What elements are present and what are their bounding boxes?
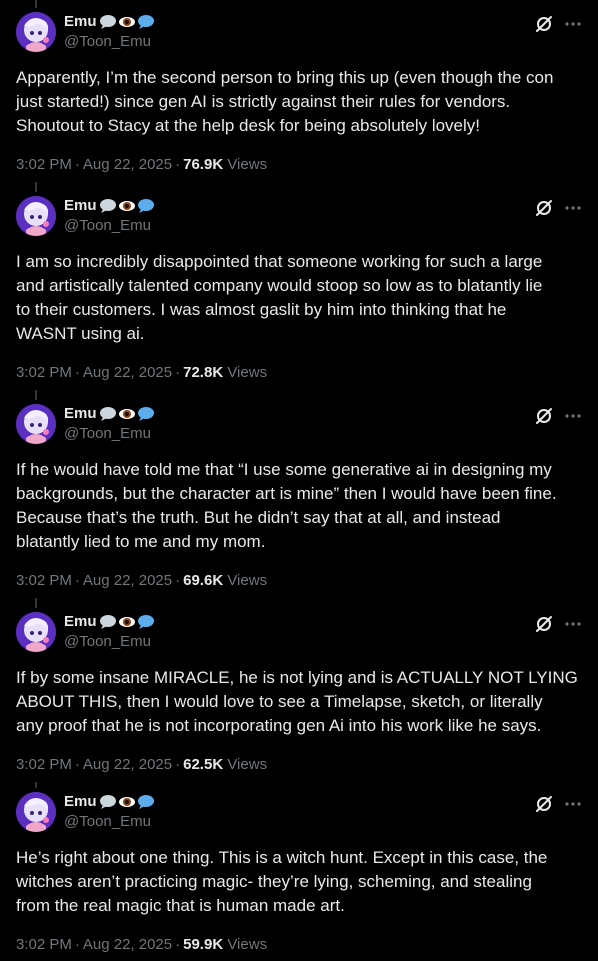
post-time[interactable]: 3:02 PM — [16, 936, 72, 953]
post-text: Apparently, I’m the second person to bri… — [16, 68, 554, 135]
post[interactable]: Emu @Toon_Emu He’s right about one thing… — [0, 792, 598, 961]
more-icon[interactable] — [564, 407, 582, 425]
post-header: Emu @Toon_Emu — [64, 404, 155, 444]
display-name[interactable]: Emu — [64, 196, 97, 216]
speech-bubble-icon — [137, 199, 154, 213]
views-count: 76.9K — [183, 156, 224, 173]
post-meta: 3:02 PM · Aug 22, 2025 · 69.6K Views — [16, 572, 268, 589]
eye-icon — [118, 617, 135, 627]
eye-icon — [118, 409, 135, 419]
thread: Emu @Toon_Emu Apparently, I’m the second… — [0, 0, 598, 961]
post-text: If he would have told me that “I use som… — [16, 460, 557, 551]
name-emojis — [98, 14, 155, 30]
post-actions — [534, 14, 582, 34]
speech-bubble-icon — [137, 407, 154, 421]
post-time[interactable]: 3:02 PM — [16, 572, 72, 589]
display-name[interactable]: Emu — [64, 612, 97, 632]
post-date[interactable]: Aug 22, 2025 — [83, 756, 172, 773]
views-count: 62.5K — [183, 756, 224, 773]
handle[interactable]: @Toon_Emu — [64, 812, 155, 832]
post-meta: 3:02 PM · Aug 22, 2025 · 62.5K Views — [16, 756, 268, 773]
post-time[interactable]: 3:02 PM — [16, 364, 72, 381]
more-icon[interactable] — [564, 795, 582, 813]
post-actions — [534, 794, 582, 814]
views-label: Views — [227, 364, 268, 381]
post-actions — [534, 614, 582, 634]
more-icon[interactable] — [564, 199, 582, 217]
grok-icon[interactable] — [534, 14, 554, 34]
post-date[interactable]: Aug 22, 2025 — [83, 572, 172, 589]
eye-icon — [118, 797, 135, 807]
speech-bubble-icon — [99, 199, 116, 213]
display-name[interactable]: Emu — [64, 404, 97, 424]
handle[interactable]: @Toon_Emu — [64, 424, 155, 444]
post-text: I am so incredibly disappointed that som… — [16, 252, 543, 343]
grok-icon[interactable] — [534, 614, 554, 634]
post-date[interactable]: Aug 22, 2025 — [83, 936, 172, 953]
thread-line — [35, 182, 37, 192]
thread-line — [35, 390, 37, 400]
display-name[interactable]: Emu — [64, 792, 97, 812]
grok-icon[interactable] — [534, 794, 554, 814]
post-text: If by some insane MIRACLE, he is not lyi… — [16, 668, 578, 735]
post-date[interactable]: Aug 22, 2025 — [83, 364, 172, 381]
speech-bubble-icon — [99, 15, 116, 29]
display-name[interactable]: Emu — [64, 12, 97, 32]
thread-line — [35, 598, 37, 608]
views-count: 69.6K — [183, 572, 224, 589]
speech-bubble-icon — [99, 795, 116, 809]
name-emojis — [98, 614, 155, 630]
post-time[interactable]: 3:02 PM — [16, 156, 72, 173]
views-label: Views — [227, 156, 268, 173]
thread-line — [35, 0, 37, 8]
handle[interactable]: @Toon_Emu — [64, 216, 155, 236]
post-header: Emu @Toon_Emu — [64, 12, 155, 52]
grok-icon[interactable] — [534, 406, 554, 426]
speech-bubble-icon — [137, 795, 154, 809]
grok-icon[interactable] — [534, 198, 554, 218]
post[interactable]: Emu @Toon_Emu I am so incredibly disappo… — [0, 196, 598, 390]
handle[interactable]: @Toon_Emu — [64, 32, 155, 52]
post-date[interactable]: Aug 22, 2025 — [83, 156, 172, 173]
post-actions — [534, 406, 582, 426]
eye-icon — [118, 17, 135, 27]
avatar[interactable] — [16, 12, 56, 52]
post-header: Emu @Toon_Emu — [64, 792, 155, 832]
views-count: 72.8K — [183, 364, 224, 381]
handle[interactable]: @Toon_Emu — [64, 632, 155, 652]
eye-icon — [118, 201, 135, 211]
avatar[interactable] — [16, 792, 56, 832]
avatar[interactable] — [16, 196, 56, 236]
views-label: Views — [227, 756, 268, 773]
views-label: Views — [227, 572, 268, 589]
post[interactable]: Emu @Toon_Emu Apparently, I’m the second… — [0, 12, 598, 182]
post[interactable]: Emu @Toon_Emu If by some insane MIRACLE,… — [0, 612, 598, 782]
post-header: Emu @Toon_Emu — [64, 196, 155, 236]
views-count: 59.9K — [183, 936, 224, 953]
speech-bubble-icon — [99, 615, 116, 629]
speech-bubble-icon — [137, 15, 154, 29]
name-emojis — [98, 198, 155, 214]
post-meta: 3:02 PM · Aug 22, 2025 · 72.8K Views — [16, 364, 268, 381]
name-emojis — [98, 794, 155, 810]
post-time[interactable]: 3:02 PM — [16, 756, 72, 773]
views-label: Views — [227, 936, 268, 953]
post-meta: 3:02 PM · Aug 22, 2025 · 76.9K Views — [16, 156, 268, 173]
name-emojis — [98, 406, 155, 422]
post-actions — [534, 198, 582, 218]
post[interactable]: Emu @Toon_Emu If he would have told me t… — [0, 404, 598, 598]
post-text: He’s right about one thing. This is a wi… — [16, 848, 548, 915]
post-meta: 3:02 PM · Aug 22, 2025 · 59.9K Views — [16, 936, 268, 953]
speech-bubble-icon — [137, 615, 154, 629]
avatar[interactable] — [16, 404, 56, 444]
thread-line — [35, 782, 37, 788]
more-icon[interactable] — [564, 615, 582, 633]
speech-bubble-icon — [99, 407, 116, 421]
post-header: Emu @Toon_Emu — [64, 612, 155, 652]
more-icon[interactable] — [564, 15, 582, 33]
avatar[interactable] — [16, 612, 56, 652]
